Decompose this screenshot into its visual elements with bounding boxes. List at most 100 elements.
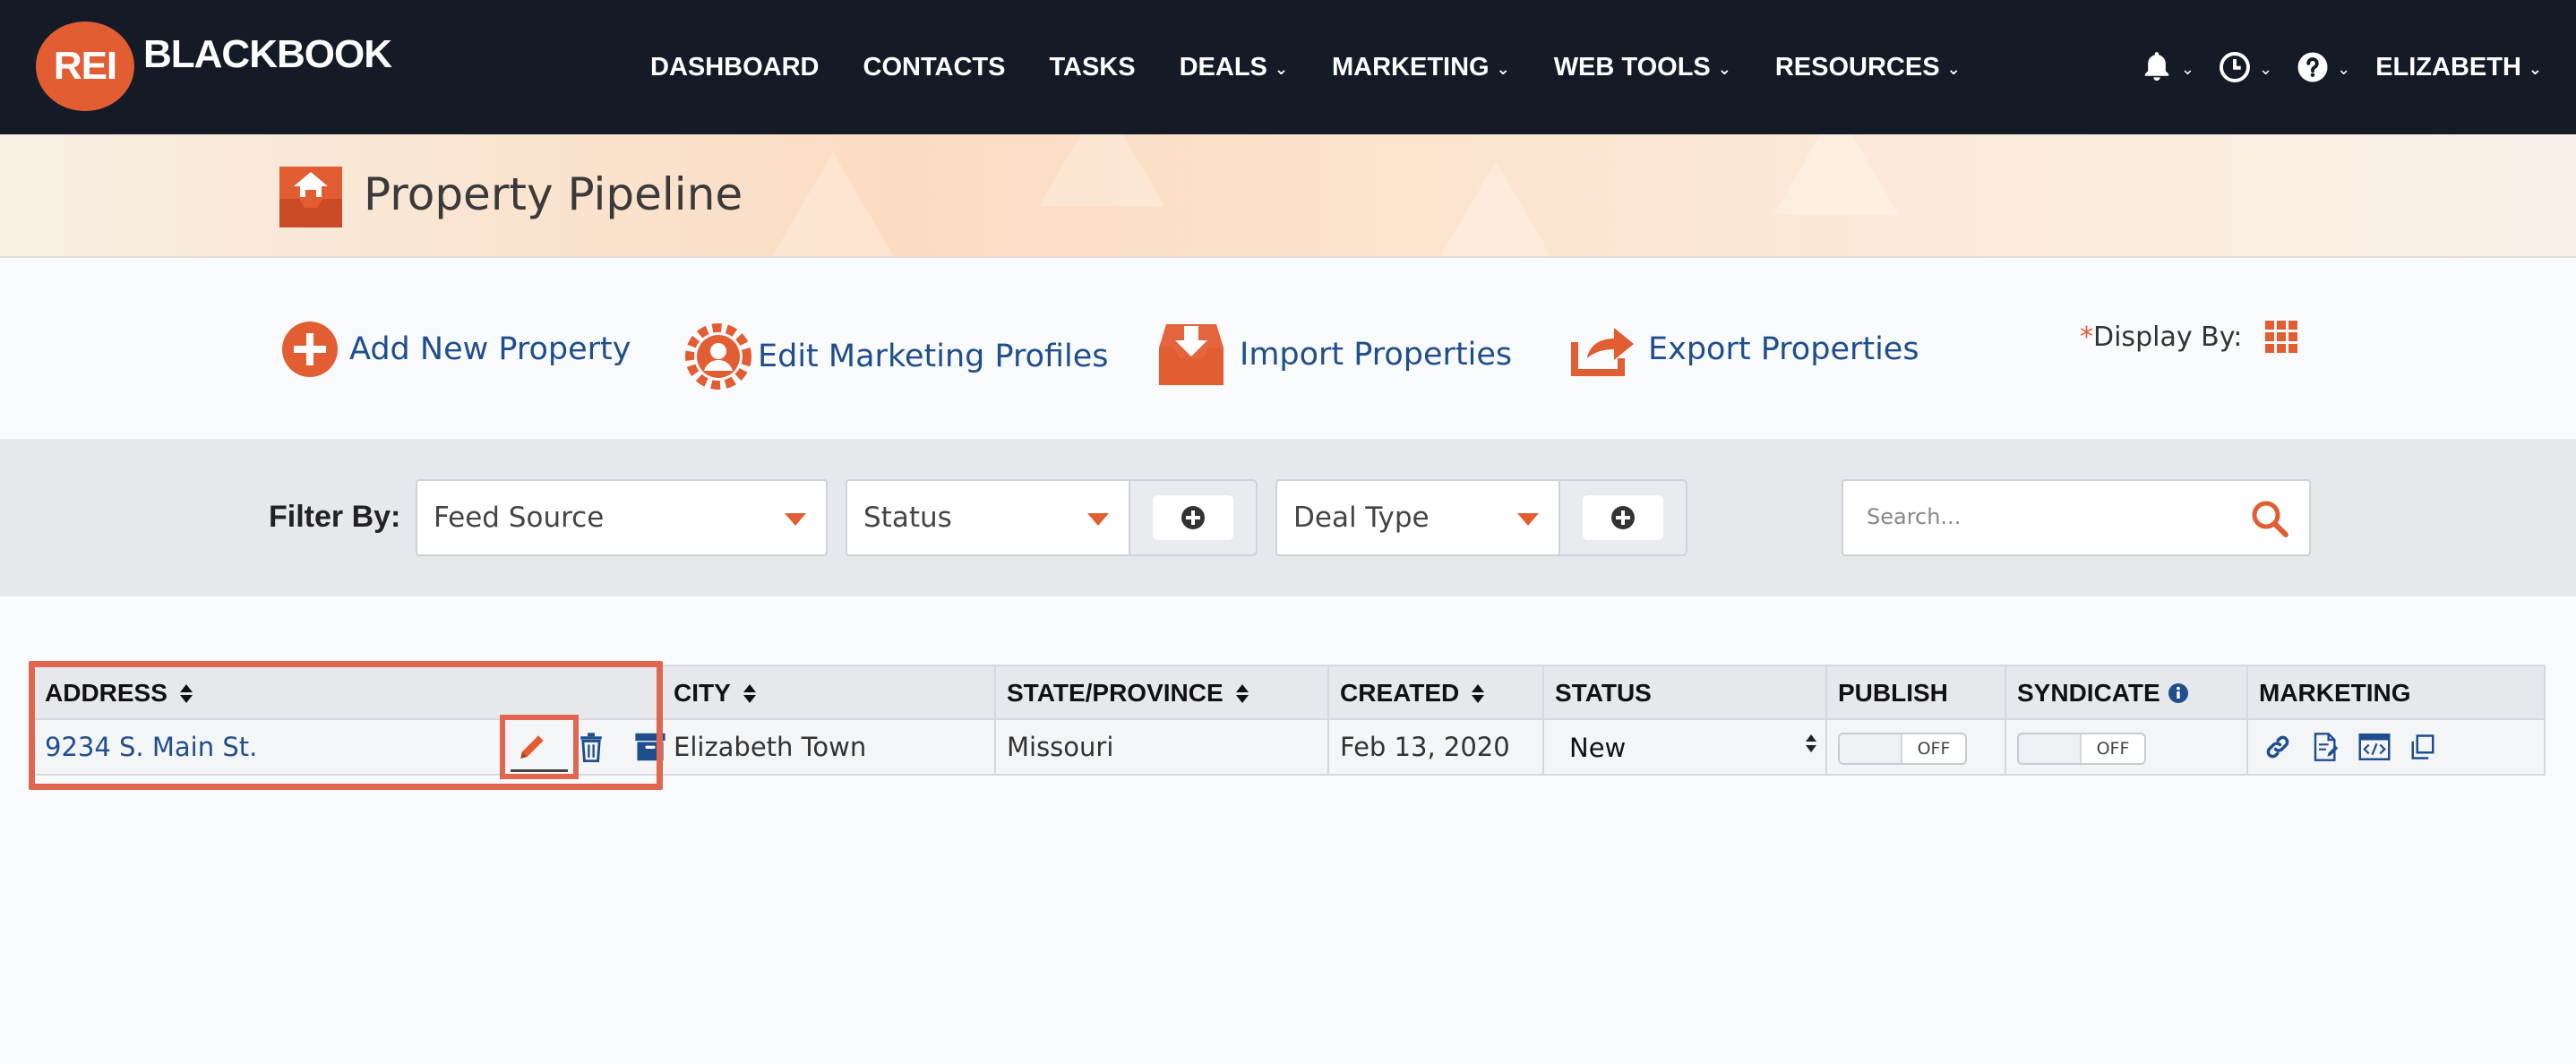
column-city[interactable]: CITY (663, 666, 996, 720)
user-name: ELIZABETH (2375, 52, 2521, 82)
search-input[interactable] (1867, 504, 2243, 529)
flyer-button[interactable] (2309, 730, 2343, 764)
nav-deals[interactable]: DEALS ⌄ (1180, 53, 1288, 82)
main-menu: DASHBOARD CONTACTS TASKS DEALS ⌄ MARKETIN… (650, 0, 2005, 134)
cell-marketing (2248, 720, 2544, 774)
decor-triangle (1039, 134, 1164, 206)
chevron-down-icon: ⌄ (1496, 59, 1510, 78)
chevron-down-icon: ⌄ (2259, 59, 2273, 78)
import-properties-button[interactable]: Import Properties (1154, 321, 1512, 389)
chevron-down-icon: ⌄ (1274, 59, 1288, 78)
nav-resources[interactable]: RESOURCES ⌄ (1775, 53, 1961, 82)
decor-triangle (1433, 161, 1558, 256)
nav-contacts[interactable]: CONTACTS (863, 53, 1006, 82)
nav-utilities: ⌄ ⌄ ⌄ ELIZABETH ⌄ (2117, 0, 2542, 134)
nav-dashboard[interactable]: DASHBOARD (650, 53, 820, 82)
marketing-actions (2261, 720, 2454, 774)
archive-icon (635, 733, 665, 761)
deal-type-select[interactable]: Deal Type (1275, 479, 1560, 556)
syndicate-toggle[interactable]: OFF (2017, 733, 2146, 765)
embed-code-button[interactable] (2357, 730, 2391, 764)
nav-label: DASHBOARD (650, 52, 820, 82)
cell-state: Missouri (996, 720, 1329, 774)
cell-address: 9234 S. Main St. (34, 720, 665, 774)
column-marketing: MARKETING (2248, 666, 2544, 720)
recent-activity-menu[interactable]: ⌄ (2218, 50, 2272, 84)
dropdown-arrow-icon (1087, 513, 1109, 526)
sort-icon (179, 683, 193, 703)
nav-marketing[interactable]: MARKETING ⌄ (1332, 53, 1510, 82)
sort-icon (743, 683, 756, 703)
page-header: Property Pipeline (0, 134, 2576, 258)
plus-circle-icon (1181, 506, 1205, 529)
pencil-icon (520, 735, 544, 759)
profile-gear-icon (685, 323, 751, 390)
chevron-down-icon: ⌄ (2337, 59, 2351, 78)
link-button[interactable] (2261, 730, 2295, 764)
page-title: Property Pipeline (364, 168, 743, 220)
row-status-select[interactable]: New (1557, 727, 1825, 768)
brand-logo[interactable]: REI BLACKBOOK (36, 21, 392, 111)
chevron-down-icon: ⌄ (2180, 59, 2194, 78)
column-syndicate: SYNDICATE (2006, 666, 2248, 720)
feed-source-select[interactable]: Feed Source (416, 479, 828, 556)
notifications-menu[interactable]: ⌄ (2140, 50, 2194, 84)
document-edit-icon (2314, 733, 2339, 761)
chevron-down-icon: ⌄ (1946, 59, 1961, 78)
status-value: New (1569, 733, 1627, 763)
logo-badge: REI (36, 21, 134, 111)
add-deal-type-filter-button[interactable] (1583, 495, 1663, 540)
address-link[interactable]: 9234 S. Main St. (45, 732, 257, 762)
toggle-label: OFF (2096, 739, 2130, 759)
sort-icon (1472, 683, 1485, 703)
chevron-down-icon: ⌄ (2528, 59, 2542, 78)
decor-triangle (770, 152, 896, 256)
header-label: CITY (674, 679, 731, 707)
add-status-filter-button[interactable] (1153, 495, 1233, 540)
filter-by-label: Filter By: (269, 500, 401, 534)
publish-toggle[interactable]: OFF (1838, 733, 1967, 765)
action-bar: Add New Property Edit Marketing Profiles… (0, 258, 2576, 439)
column-state[interactable]: STATE/PROVINCE (996, 666, 1329, 720)
nav-web-tools[interactable]: WEB TOOLS ⌄ (1554, 53, 1731, 82)
bell-icon (2140, 50, 2174, 84)
column-created[interactable]: CREATED (1329, 666, 1544, 720)
export-properties-button[interactable]: Export Properties (1569, 321, 1919, 378)
logo-wordmark: BLACKBOOK (143, 32, 392, 76)
link-icon (2266, 735, 2289, 759)
code-window-icon (2358, 734, 2391, 760)
edit-marketing-profiles-button[interactable]: Edit Marketing Profiles (683, 321, 1109, 392)
export-share-icon (1571, 328, 1634, 376)
search-icon[interactable] (2250, 499, 2289, 538)
add-new-property-button[interactable]: Add New Property (281, 321, 631, 378)
header-label: STATE/PROVINCE (1007, 679, 1224, 707)
action-label: Import Properties (1240, 337, 1513, 373)
grid-view-icon[interactable] (2265, 321, 2298, 353)
info-icon[interactable] (2168, 682, 2189, 704)
duplicate-button[interactable] (2406, 730, 2440, 764)
header-label: SYNDICATE (2017, 679, 2160, 707)
status-select[interactable]: Status (846, 479, 1130, 556)
help-menu[interactable]: ⌄ (2296, 50, 2350, 84)
cell-syndicate: OFF (2006, 720, 2248, 774)
import-tray-icon (1159, 324, 1224, 385)
user-menu[interactable]: ELIZABETH ⌄ (2375, 53, 2542, 82)
edit-button[interactable] (509, 724, 555, 770)
display-by-label: Display By: (2093, 321, 2243, 353)
header-label: MARKETING (2259, 679, 2411, 707)
header-label: STATUS (1555, 679, 1652, 707)
decor-triangle (1773, 134, 1899, 215)
column-address[interactable]: ADDRESS (34, 666, 663, 720)
delete-button[interactable] (568, 724, 614, 770)
display-by-control: * Display By: (2080, 321, 2298, 353)
toggle-knob (2019, 734, 2082, 763)
pipeline-inbox-icon (279, 167, 342, 227)
action-label: Export Properties (1648, 331, 1919, 367)
chevron-down-icon: ⌄ (1717, 59, 1731, 78)
nav-tasks[interactable]: TASKS (1049, 53, 1135, 82)
search-box (1842, 479, 2311, 556)
help-icon (2296, 50, 2330, 84)
select-value: Feed Source (434, 502, 605, 534)
sort-icon (1235, 683, 1249, 703)
cell-created: Feb 13, 2020 (1329, 720, 1544, 774)
